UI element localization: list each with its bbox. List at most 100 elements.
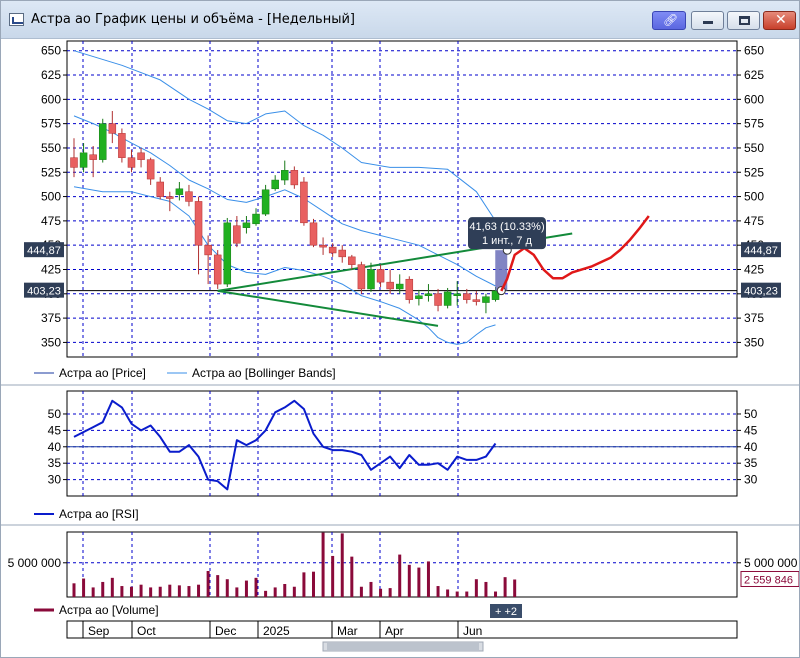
candle-body[interactable] [98, 123, 107, 160]
candle-body[interactable] [395, 283, 404, 290]
candle-body[interactable] [127, 157, 136, 168]
title-bar[interactable]: Астра ао График цены и объёма - [Недельн… [1, 1, 799, 39]
price-left-tick-label: 475 [41, 214, 61, 228]
candle-body[interactable] [424, 293, 433, 296]
candle-body[interactable] [405, 278, 414, 300]
time-axis-label: Apr [385, 624, 404, 638]
time-axis-label: Jun [463, 624, 482, 638]
volume-panel[interactable]: 5 000 000 5 000 000 2 559 846 [8, 531, 799, 598]
rsi-left-tick-label: 45 [48, 423, 62, 437]
rsi-left-tick-label: 50 [48, 407, 62, 421]
candle-body[interactable] [242, 222, 251, 228]
rsi-legend-label: Астра ао [RSI] [59, 507, 139, 521]
time-axis[interactable]: Sep Oct Dec 2025 Mar Apr Jun [66, 620, 738, 652]
candle-body[interactable] [281, 170, 289, 181]
time-axis-label: Dec [215, 624, 236, 638]
price-right-tick-label: 650 [744, 44, 764, 58]
candle-body[interactable] [146, 159, 155, 180]
candle-body[interactable] [89, 154, 97, 160]
candle-body[interactable] [261, 189, 270, 215]
rsi-plot-frame [66, 390, 738, 497]
minimize-button[interactable] [691, 11, 724, 30]
candle-body[interactable] [348, 256, 356, 265]
candle-body[interactable] [482, 296, 490, 303]
right-level-tag-label: 444,87 [744, 245, 778, 257]
time-axis-label: Mar [337, 624, 358, 638]
price-right-tick-label: 525 [744, 165, 764, 179]
maximize-icon [739, 16, 750, 25]
rsi-right-tick-label: 30 [744, 473, 758, 487]
time-scrollbar-thumb[interactable] [327, 643, 479, 650]
close-button[interactable]: ✕ [763, 11, 796, 30]
minimize-icon [703, 21, 713, 24]
candle-body[interactable] [185, 191, 193, 202]
candle-body[interactable] [309, 222, 318, 246]
candle-body[interactable] [453, 293, 461, 296]
candle-body[interactable] [367, 269, 375, 290]
candle-body[interactable] [118, 133, 126, 158]
volume-right-tick-label: 5 000 000 [744, 556, 798, 570]
candle-body[interactable] [166, 196, 174, 199]
candle-body[interactable] [108, 123, 117, 134]
candle-body[interactable] [319, 244, 327, 248]
rsi-right-tick-label: 45 [744, 423, 758, 437]
candle-body[interactable] [386, 281, 394, 290]
maximize-button[interactable] [727, 11, 760, 30]
candle-body[interactable] [79, 152, 88, 168]
right-level-tag-label: 403,23 [744, 286, 778, 298]
link-icon: 🔗︎ [663, 13, 679, 27]
price-legend-label: Астра ао [Price] [59, 366, 146, 380]
candle-body[interactable] [70, 157, 78, 168]
link-button[interactable]: 🔗︎ [652, 11, 686, 30]
volume-plot-frame [66, 531, 738, 598]
candle-body[interactable] [472, 299, 481, 302]
price-left-tick-label: 525 [41, 165, 61, 179]
rsi-panel[interactable]: 30 30 35 35 40 40 45 45 50 50 [48, 390, 758, 497]
candle-body[interactable] [338, 249, 346, 258]
candle-body[interactable] [223, 222, 232, 285]
candle-body[interactable] [443, 291, 452, 306]
price-right-tick-label: 625 [744, 68, 764, 82]
price-right-tick-label: 375 [744, 311, 764, 325]
candle-body[interactable] [463, 293, 471, 300]
left-level-tag-label: 403,23 [27, 286, 61, 298]
candle-body[interactable] [300, 181, 308, 224]
price-left-tick-label: 600 [41, 92, 61, 106]
price-right-tick-label: 500 [744, 190, 764, 204]
candle-body[interactable] [434, 293, 442, 306]
price-right-tick-label: 425 [744, 262, 764, 276]
measure-tooltip-interval: 1 инт., 7 д [482, 235, 533, 247]
price-right-tick-label: 600 [744, 92, 764, 106]
rsi-right-tick-label: 50 [744, 407, 758, 421]
candle-body[interactable] [213, 254, 222, 285]
candle-body[interactable] [290, 170, 299, 186]
price-left-tick-label: 625 [41, 68, 61, 82]
rsi-left-tick-label: 35 [48, 456, 62, 470]
candle-body[interactable] [233, 225, 241, 244]
candle-body[interactable] [175, 188, 184, 195]
volume-left-tick-label: 5 000 000 [8, 556, 62, 570]
candle-body[interactable] [328, 246, 337, 254]
price-legend: Астра ао [Price] Астра ао [Bollinger Ban… [34, 366, 336, 380]
chart-window: Астра ао График цены и объёма - [Недельн… [0, 0, 800, 658]
candle-body[interactable] [376, 269, 385, 283]
candle-body[interactable] [156, 181, 164, 197]
candle-body[interactable] [137, 152, 145, 160]
candle-body[interactable] [415, 295, 423, 299]
volume-legend-label: Астра ао [Volume] [59, 603, 159, 617]
rsi-left-tick-label: 40 [48, 440, 62, 454]
candle-body[interactable] [252, 213, 260, 225]
candle-body[interactable] [357, 264, 366, 290]
time-axis-label: Oct [137, 624, 156, 638]
chart-app-icon [9, 13, 24, 26]
price-right-tick-label: 475 [744, 214, 764, 228]
price-left-tick-label: 500 [41, 190, 61, 204]
rsi-left-tick-label: 30 [48, 473, 62, 487]
candle-body[interactable] [194, 201, 203, 246]
candle-body[interactable] [271, 179, 279, 190]
window-title: Астра ао График цены и объёма - [Недельн… [31, 12, 356, 27]
measure-tooltip-change: 41,63 (10.33%) [469, 221, 544, 233]
candle-body[interactable] [204, 244, 212, 256]
more-indicators-label[interactable]: + +2 [495, 606, 517, 618]
price-left-tick-label: 650 [41, 44, 61, 58]
